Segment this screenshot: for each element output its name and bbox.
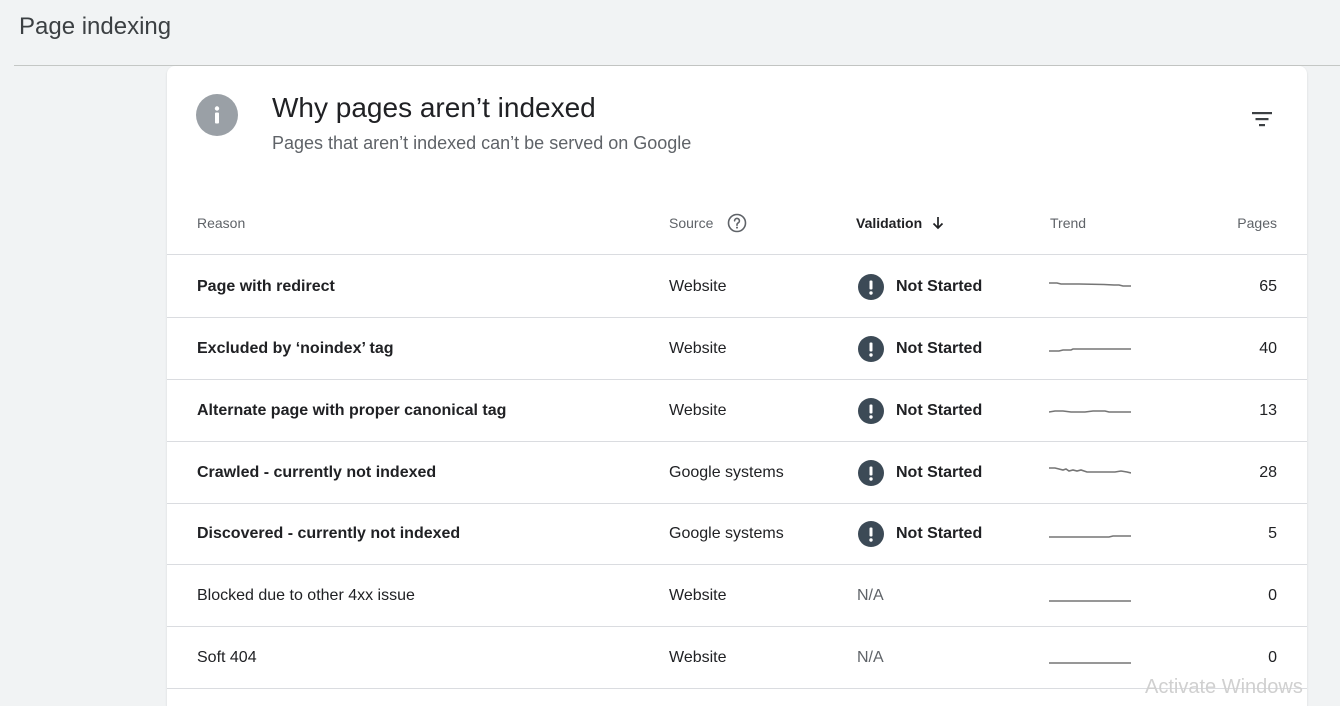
card-title: Why pages aren’t indexed: [272, 92, 596, 123]
warning-icon: [858, 460, 884, 486]
warning-icon: [858, 521, 884, 547]
trend-sparkline: [1049, 442, 1133, 504]
table-row[interactable]: Blocked due to other 4xx issue Website N…: [167, 565, 1307, 627]
row-reason: Discovered - currently not indexed: [197, 525, 461, 542]
column-label-reason: Reason: [197, 215, 246, 231]
validation-status: Not Started: [896, 525, 983, 542]
row-validation: N/A: [857, 627, 884, 689]
row-reason: Excluded by ‘noindex’ tag: [197, 340, 394, 357]
row-source: Website: [669, 340, 727, 357]
row-reason: Alternate page with proper canonical tag: [197, 402, 507, 419]
card-subtitle: Pages that aren’t indexed can’t be serve…: [272, 133, 692, 153]
warning-icon: [858, 274, 884, 300]
trend-sparkline: [1049, 565, 1133, 627]
trend-sparkline: [1049, 318, 1133, 380]
trend-sparkline: [1049, 380, 1133, 442]
row-pages-count: 28: [1259, 464, 1277, 481]
filter-icon[interactable]: [1245, 102, 1279, 136]
page-title: Page indexing: [19, 13, 172, 40]
column-header-pages[interactable]: Pages: [1237, 212, 1277, 234]
table-row[interactable]: Alternate page with proper canonical tag…: [167, 380, 1307, 442]
column-header-validation[interactable]: Validation: [856, 212, 946, 234]
column-label-source: Source: [669, 215, 714, 231]
row-validation: Not Started: [858, 318, 982, 380]
row-validation: Not Started: [858, 380, 982, 442]
help-icon[interactable]: [727, 213, 747, 233]
row-pages-count: 13: [1259, 402, 1277, 419]
why-not-indexed-card: Why pages aren’t indexed Pages that aren…: [167, 66, 1307, 706]
row-pages-count: 65: [1259, 278, 1277, 295]
row-source: Website: [669, 278, 727, 295]
column-label-pages: Pages: [1237, 215, 1277, 231]
row-reason: Crawled - currently not indexed: [197, 464, 437, 481]
table-row[interactable]: Page with redirect Website Not Started 6…: [167, 256, 1307, 318]
trend-sparkline: [1049, 256, 1133, 318]
row-source: Google systems: [669, 525, 784, 542]
row-pages-count: 0: [1268, 587, 1277, 604]
validation-status: Not Started: [896, 402, 983, 419]
table-row[interactable]: Crawled - currently not indexed Google s…: [167, 442, 1307, 504]
row-validation: Not Started: [858, 442, 982, 504]
row-source: Google systems: [669, 464, 784, 481]
top-bar: Page indexing: [0, 0, 1340, 66]
table-row[interactable]: Soft 404 Website N/A 0: [167, 627, 1307, 689]
column-header-reason[interactable]: Reason: [197, 212, 245, 234]
warning-icon: [858, 398, 884, 424]
column-label-trend: Trend: [1050, 215, 1087, 231]
row-source: Website: [669, 649, 727, 666]
row-validation: N/A: [857, 565, 884, 627]
row-source: Website: [669, 402, 727, 419]
row-pages-count: 5: [1268, 525, 1277, 542]
row-source: Website: [669, 587, 727, 604]
trend-sparkline: [1049, 627, 1133, 689]
validation-status: N/A: [857, 649, 884, 666]
table-row[interactable]: Excluded by ‘noindex’ tag Website Not St…: [167, 318, 1307, 380]
row-reason: Page with redirect: [197, 278, 335, 295]
validation-status: Not Started: [896, 278, 983, 295]
row-reason: Blocked due to other 4xx issue: [197, 587, 415, 604]
row-reason: Soft 404: [197, 649, 257, 666]
warning-icon: [858, 336, 884, 362]
validation-status: N/A: [857, 587, 884, 604]
row-validation: Not Started: [858, 256, 982, 318]
row-validation: Not Started: [858, 503, 982, 565]
table-header: Reason Source Validation Trend Pages: [167, 196, 1307, 255]
table-row[interactable]: Discovered - currently not indexed Googl…: [167, 503, 1307, 565]
sort-arrow-down-icon: [930, 215, 946, 231]
validation-status: Not Started: [896, 340, 983, 357]
column-header-trend: Trend: [1050, 212, 1086, 234]
info-icon: [196, 94, 238, 136]
trend-sparkline: [1049, 503, 1133, 565]
column-header-source[interactable]: Source: [669, 212, 747, 234]
column-label-validation: Validation: [856, 215, 923, 231]
row-pages-count: 40: [1259, 340, 1277, 357]
validation-status: Not Started: [896, 464, 983, 481]
